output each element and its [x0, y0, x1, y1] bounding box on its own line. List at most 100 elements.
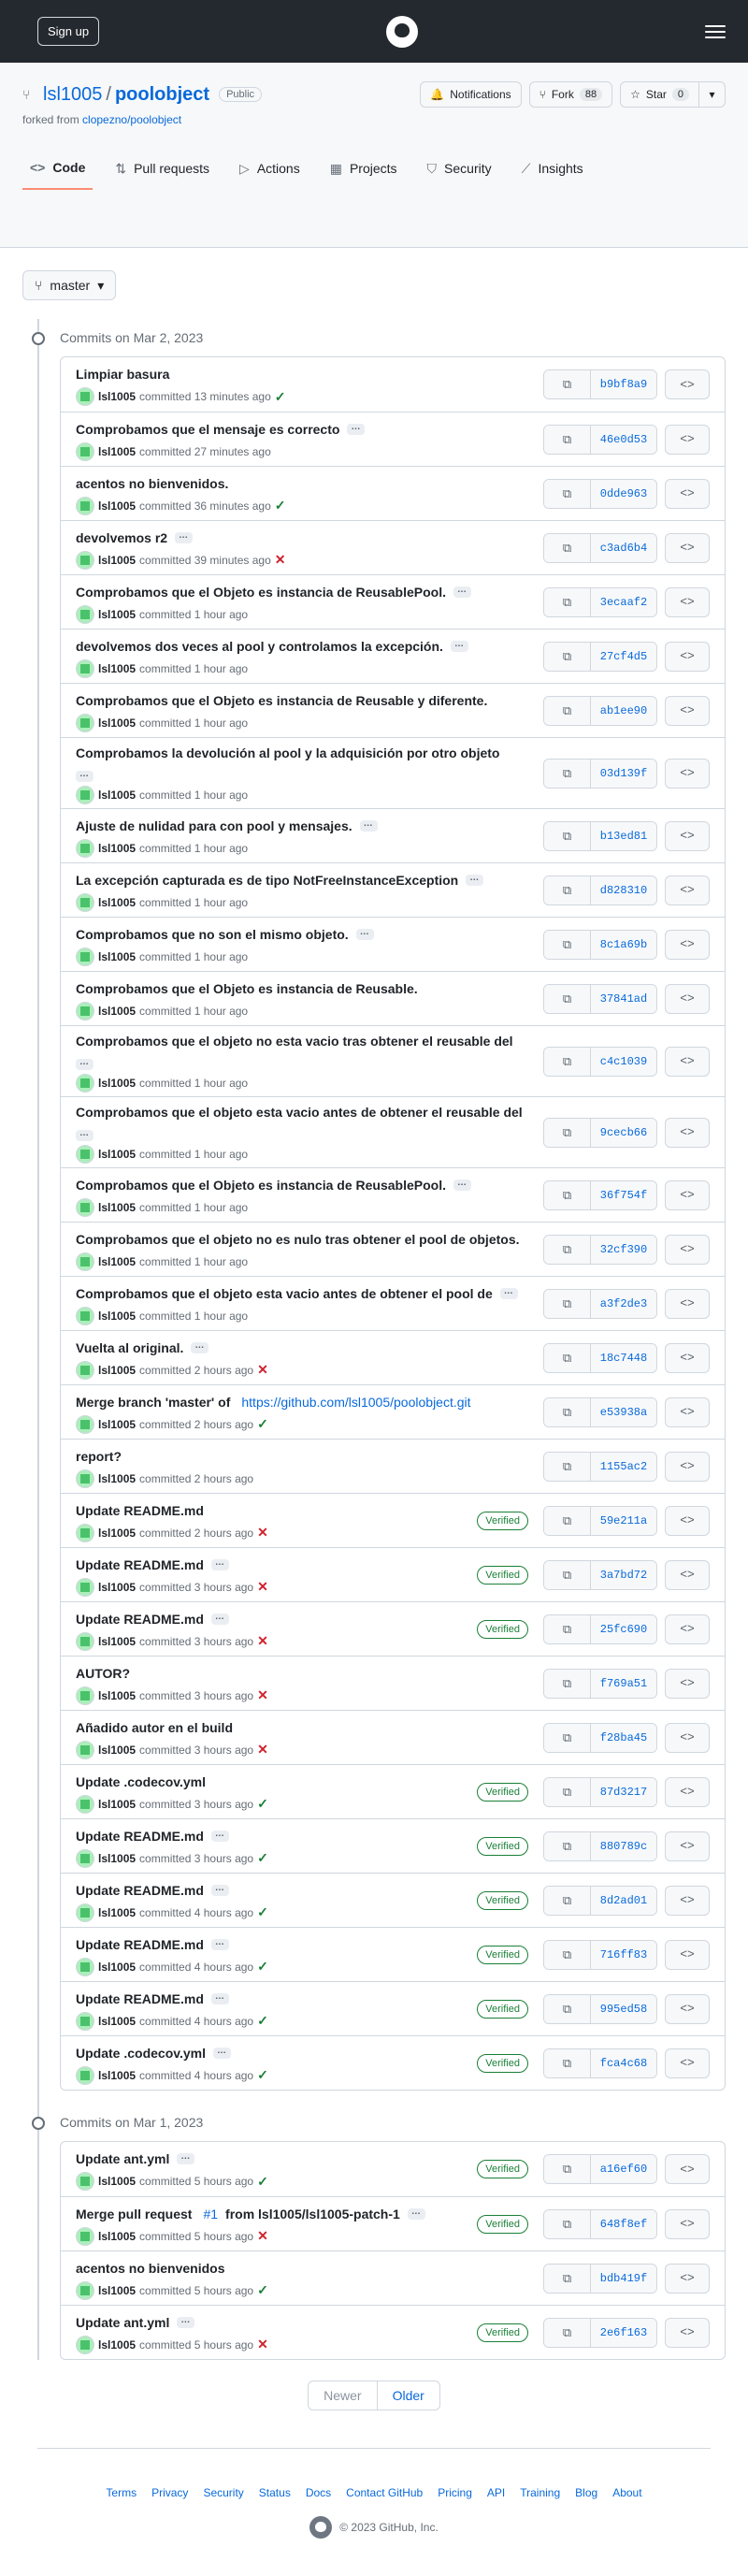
- expand-ellipsis-button[interactable]: …: [175, 530, 194, 543]
- author-link[interactable]: lsl1005: [98, 896, 136, 909]
- verified-badge[interactable]: Verified: [477, 2323, 528, 2342]
- copy-icon[interactable]: ⧉: [544, 1831, 591, 1860]
- author-link[interactable]: lsl1005: [98, 1255, 136, 1268]
- commit-sha-link[interactable]: fca4c68: [591, 2048, 656, 2077]
- hamburger-menu-icon[interactable]: [705, 24, 726, 38]
- expand-ellipsis-button[interactable]: …: [210, 1557, 229, 1570]
- x-icon[interactable]: ✕: [257, 1525, 268, 1541]
- commit-title-link[interactable]: Limpiar basura: [76, 365, 169, 384]
- avatar[interactable]: [76, 1794, 94, 1814]
- copy-icon[interactable]: ⧉: [544, 479, 591, 508]
- commit-title-link[interactable]: report?: [76, 1447, 122, 1466]
- browse-code-icon[interactable]: <>: [665, 1397, 710, 1427]
- expand-ellipsis-button[interactable]: …: [210, 1612, 229, 1625]
- author-link[interactable]: lsl1005: [98, 1201, 136, 1214]
- browse-code-icon[interactable]: <>: [665, 2048, 710, 2078]
- commit-title-link[interactable]: Comprobamos que el objeto esta vacio ant…: [76, 1284, 493, 1303]
- copy-icon[interactable]: ⧉: [544, 1560, 591, 1589]
- copy-icon[interactable]: ⧉: [544, 2318, 591, 2347]
- browse-code-icon[interactable]: <>: [665, 875, 710, 905]
- verified-badge[interactable]: Verified: [477, 2053, 528, 2073]
- commit-sha-link[interactable]: e53938a: [591, 1397, 656, 1426]
- browse-code-icon[interactable]: <>: [665, 929, 710, 960]
- avatar[interactable]: [76, 604, 94, 624]
- browse-code-icon[interactable]: <>: [665, 586, 710, 617]
- commit-title-link[interactable]: Update .codecov.yml: [76, 1773, 206, 1791]
- x-icon[interactable]: ✕: [257, 1579, 268, 1595]
- author-link[interactable]: lsl1005: [98, 1689, 136, 1702]
- check-icon[interactable]: ✓: [257, 1796, 268, 1812]
- avatar[interactable]: [76, 1414, 94, 1434]
- expand-ellipsis-button[interactable]: …: [450, 639, 468, 652]
- expand-ellipsis-button[interactable]: …: [76, 1058, 94, 1070]
- commit-sha-link[interactable]: 995ed58: [591, 1994, 656, 2023]
- verified-badge[interactable]: Verified: [477, 2214, 528, 2234]
- avatar[interactable]: [76, 2065, 94, 2085]
- commit-sha-link[interactable]: d828310: [591, 876, 656, 904]
- commit-sha-link[interactable]: 03d139f: [591, 759, 656, 788]
- avatar[interactable]: [76, 387, 94, 406]
- verified-badge[interactable]: Verified: [477, 2160, 528, 2178]
- star-dropdown-button[interactable]: ▾: [699, 81, 726, 108]
- copy-icon[interactable]: ⧉: [544, 2048, 591, 2077]
- browse-code-icon[interactable]: <>: [665, 1505, 710, 1536]
- browse-code-icon[interactable]: <>: [665, 1046, 710, 1077]
- commit-sha-link[interactable]: 1155ac2: [591, 1452, 656, 1481]
- commit-sha-link[interactable]: b9bf8a9: [591, 370, 656, 398]
- star-button[interactable]: ☆ Star 0: [620, 81, 699, 108]
- footer-link[interactable]: Training: [520, 2486, 560, 2499]
- commit-title-link[interactable]: Update ant.yml: [76, 2149, 169, 2168]
- commit-sha-link[interactable]: 716ff83: [591, 1940, 656, 1969]
- commit-sha-link[interactable]: a3f2de3: [591, 1289, 656, 1318]
- notifications-button[interactable]: 🔔 Notifications: [420, 81, 522, 108]
- x-icon[interactable]: ✕: [257, 2337, 268, 2352]
- avatar[interactable]: [76, 1848, 94, 1868]
- commit-title-link[interactable]: Update README.md: [76, 1610, 204, 1628]
- x-icon[interactable]: ✕: [257, 1633, 268, 1649]
- browse-code-icon[interactable]: <>: [665, 532, 710, 563]
- tab-projects[interactable]: ▦ Projects: [323, 160, 405, 190]
- author-link[interactable]: lsl1005: [98, 1472, 136, 1485]
- expand-ellipsis-button[interactable]: …: [210, 1937, 229, 1950]
- copy-icon[interactable]: ⧉: [544, 696, 591, 725]
- x-icon[interactable]: ✕: [257, 1742, 268, 1758]
- avatar[interactable]: [76, 1577, 94, 1597]
- check-icon[interactable]: ✓: [257, 2282, 268, 2298]
- browse-code-icon[interactable]: <>: [665, 1234, 710, 1265]
- author-link[interactable]: lsl1005: [98, 842, 136, 855]
- x-icon[interactable]: ✕: [275, 552, 286, 568]
- copy-icon[interactable]: ⧉: [544, 1506, 591, 1535]
- avatar[interactable]: [76, 892, 94, 912]
- copy-icon[interactable]: ⧉: [544, 370, 591, 398]
- author-link[interactable]: lsl1005: [98, 445, 136, 458]
- forked-from-link[interactable]: clopezno/poolobject: [82, 113, 181, 126]
- browse-code-icon[interactable]: <>: [665, 1668, 710, 1699]
- commit-title-link[interactable]: Update ant.yml: [76, 2313, 169, 2332]
- copy-icon[interactable]: ⧉: [544, 1180, 591, 1209]
- author-link[interactable]: lsl1005: [98, 1744, 136, 1757]
- expand-ellipsis-button[interactable]: …: [76, 770, 94, 782]
- commit-sha-link[interactable]: c3ad6b4: [591, 533, 656, 562]
- commit-sha-link[interactable]: ab1ee90: [591, 696, 656, 725]
- avatar[interactable]: [76, 441, 94, 461]
- expand-ellipsis-button[interactable]: …: [213, 2046, 232, 2059]
- verified-badge[interactable]: Verified: [477, 1565, 528, 1585]
- author-link[interactable]: lsl1005: [98, 1148, 136, 1161]
- author-link[interactable]: lsl1005: [98, 2069, 136, 2082]
- browse-code-icon[interactable]: <>: [665, 424, 710, 455]
- author-link[interactable]: lsl1005: [98, 2015, 136, 2028]
- author-link[interactable]: lsl1005: [98, 1005, 136, 1018]
- commit-sha-link[interactable]: 8c1a69b: [591, 930, 656, 959]
- expand-ellipsis-button[interactable]: …: [453, 585, 471, 598]
- author-link[interactable]: lsl1005: [98, 554, 136, 567]
- commit-title-link[interactable]: Comprobamos que no son el mismo objeto.: [76, 925, 349, 944]
- copy-icon[interactable]: ⧉: [544, 876, 591, 904]
- commit-sha-link[interactable]: f28ba45: [591, 1723, 656, 1752]
- verified-badge[interactable]: Verified: [477, 1511, 528, 1530]
- expand-ellipsis-button[interactable]: …: [359, 818, 378, 832]
- github-logo-icon[interactable]: [386, 15, 419, 48]
- check-icon[interactable]: ✓: [257, 1850, 268, 1866]
- author-link[interactable]: lsl1005: [98, 1906, 136, 1919]
- commit-title-link[interactable]: Merge pull request: [76, 2205, 192, 2223]
- expand-ellipsis-button[interactable]: …: [191, 1340, 209, 1353]
